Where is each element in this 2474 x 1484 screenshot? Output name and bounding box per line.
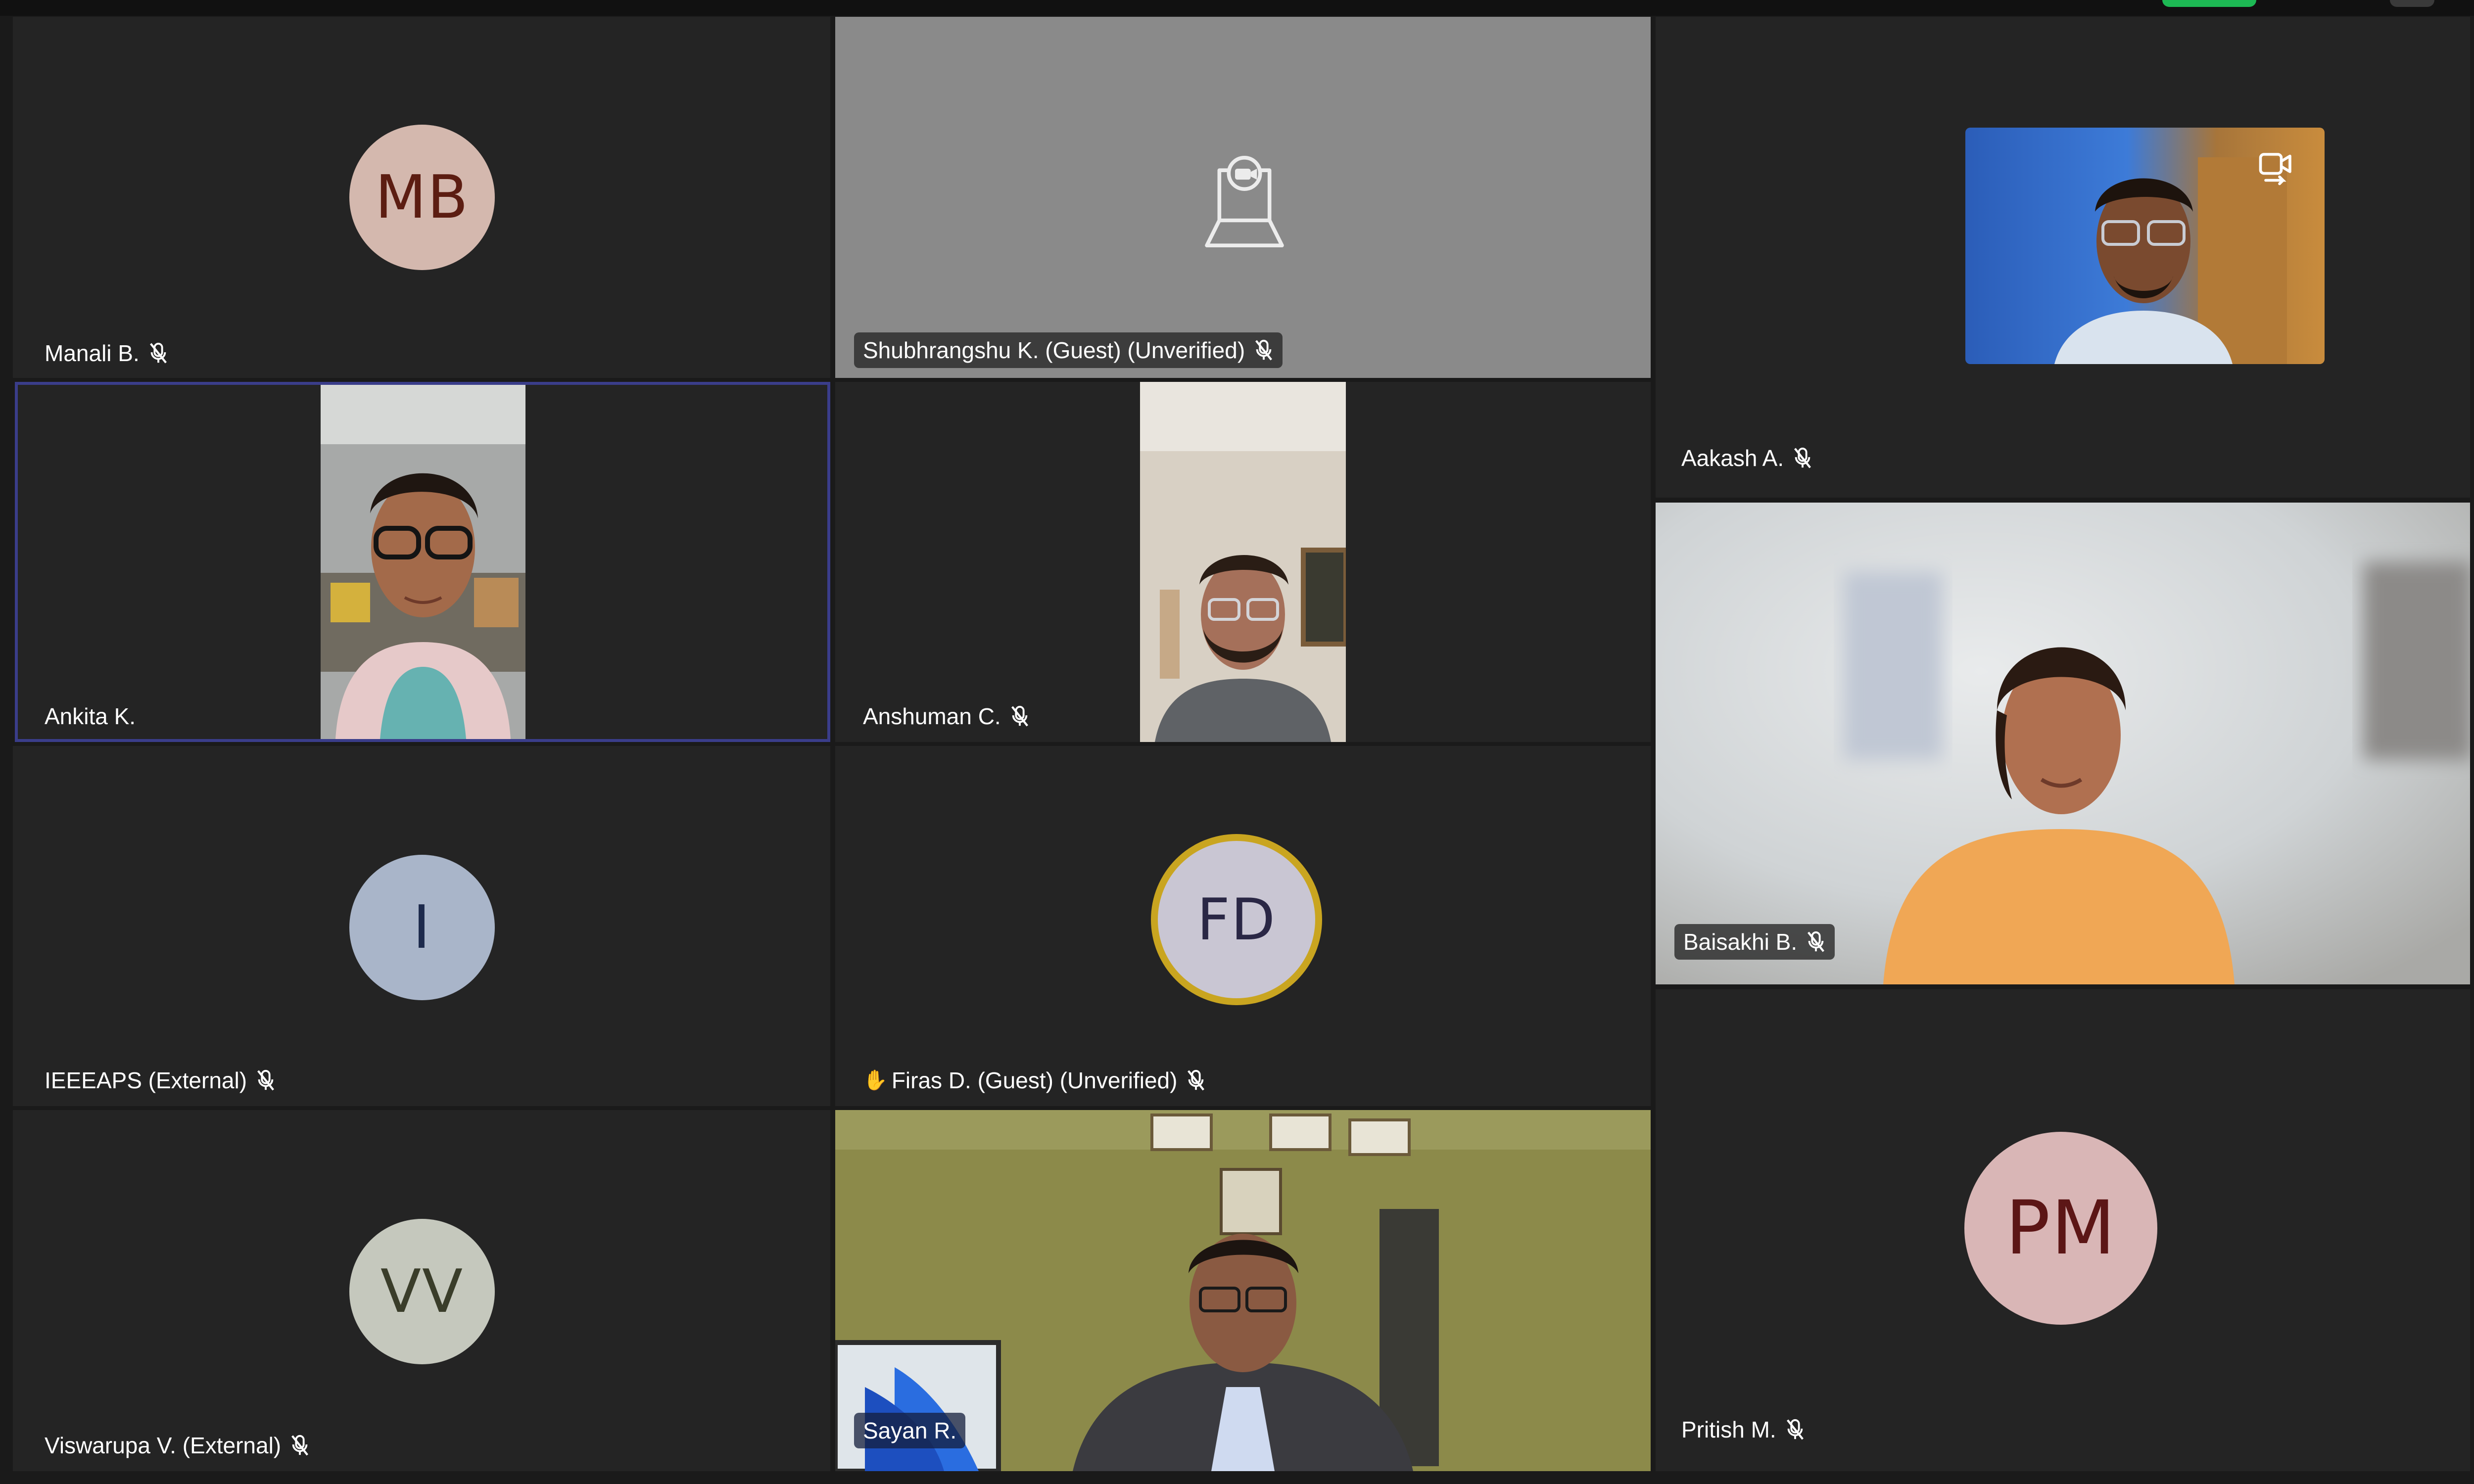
avatar-initials: I xyxy=(413,893,431,962)
mic-muted-icon xyxy=(1786,1419,1804,1440)
participant-name-tag: Pritish M. xyxy=(1681,1415,1805,1444)
participant-name-tag: Manali B. xyxy=(45,338,168,368)
participant-name: IEEEAPS (External) xyxy=(45,1067,247,1093)
avatar-initials: MB xyxy=(375,163,469,232)
participant-tile-aakash[interactable]: Aakash A. xyxy=(1656,17,2470,498)
participant-tile-ankita[interactable]: Ankita K. xyxy=(15,382,830,742)
avatar: PM xyxy=(1964,1132,2157,1325)
avatar-initials: PM xyxy=(2005,1185,2116,1271)
participant-video xyxy=(1656,503,2470,984)
mic-muted-icon xyxy=(149,342,167,364)
avatar: I xyxy=(349,855,495,1000)
avatar-initials: FD xyxy=(1196,886,1277,953)
participant-name: Ankita K. xyxy=(45,703,136,729)
participant-name: Shubhrangshu K. (Guest) (Unverified) xyxy=(863,337,1245,363)
mic-muted-icon xyxy=(1011,705,1028,727)
mic-muted-icon xyxy=(1188,1069,1205,1091)
participant-name-tag: ✋ Firas D. (Guest) (Unverified) xyxy=(863,1066,1206,1095)
participant-name-tag: Baisakhi B. xyxy=(1674,924,1835,960)
participant-tile-shubhrangshu[interactable]: Shubhrangshu K. (Guest) (Unverified) xyxy=(835,17,1651,378)
mic-muted-icon xyxy=(257,1069,275,1091)
participant-tile-anshuman[interactable]: Anshuman C. xyxy=(835,382,1651,742)
participant-name: Firas D. (Guest) (Unverified) xyxy=(891,1067,1178,1093)
participant-tile-sayan[interactable]: Sayan R. xyxy=(835,1110,1651,1471)
participant-name-tag: Shubhrangshu K. (Guest) (Unverified) xyxy=(854,332,1283,368)
mic-muted-icon xyxy=(1794,447,1811,468)
participant-tile-baisakhi[interactable]: Baisakhi B. xyxy=(1656,503,2470,984)
participant-name-tag: Viswarupa V. (External) xyxy=(45,1431,310,1460)
participant-video xyxy=(321,385,525,739)
participant-name-tag: Anshuman C. xyxy=(863,701,1030,731)
mic-muted-icon xyxy=(1808,931,1825,952)
participant-name: Sayan R. xyxy=(863,1418,957,1443)
participant-name: Aakash A. xyxy=(1681,445,1784,471)
participant-video xyxy=(1140,382,1346,742)
avatar-initials: VV xyxy=(380,1257,464,1326)
avatar: FD xyxy=(1158,841,1315,998)
participant-name-tag: Aakash A. xyxy=(1681,443,1812,473)
participant-name: Anshuman C. xyxy=(863,703,1001,729)
camera-switch-icon[interactable] xyxy=(2255,147,2297,189)
participant-name-tag: IEEEAPS (External) xyxy=(45,1066,276,1095)
camera-off-laptop-icon xyxy=(1205,156,1284,247)
mic-muted-icon xyxy=(291,1435,309,1456)
gallery-view: MB Manali B. Shubhrangshu K. (Guest) (Un… xyxy=(0,0,2474,1484)
participant-tile-ieeeaps[interactable]: I IEEEAPS (External) xyxy=(13,746,830,1106)
participant-name-tag: Ankita K. xyxy=(45,701,136,731)
avatar: MB xyxy=(349,125,495,270)
raised-hand-icon: ✋ xyxy=(863,1069,888,1091)
participant-name: Baisakhi B. xyxy=(1683,929,1798,955)
participant-tile-manali[interactable]: MB Manali B. xyxy=(13,17,830,378)
avatar: VV xyxy=(349,1219,495,1364)
participant-name: Viswarupa V. (External) xyxy=(45,1433,282,1458)
participant-tile-viswarupa[interactable]: VV Viswarupa V. (External) xyxy=(13,1110,830,1471)
participant-name-tag: Sayan R. xyxy=(854,1413,966,1448)
participant-tile-firas[interactable]: FD ✋ Firas D. (Guest) (Unverified) xyxy=(835,746,1651,1106)
participant-tile-pritish[interactable]: PM Pritish M. xyxy=(1656,989,2470,1471)
participant-video xyxy=(1965,128,2325,364)
participant-name: Manali B. xyxy=(45,340,140,366)
mic-muted-icon xyxy=(1255,339,1273,361)
participant-name: Pritish M. xyxy=(1681,1417,1776,1442)
